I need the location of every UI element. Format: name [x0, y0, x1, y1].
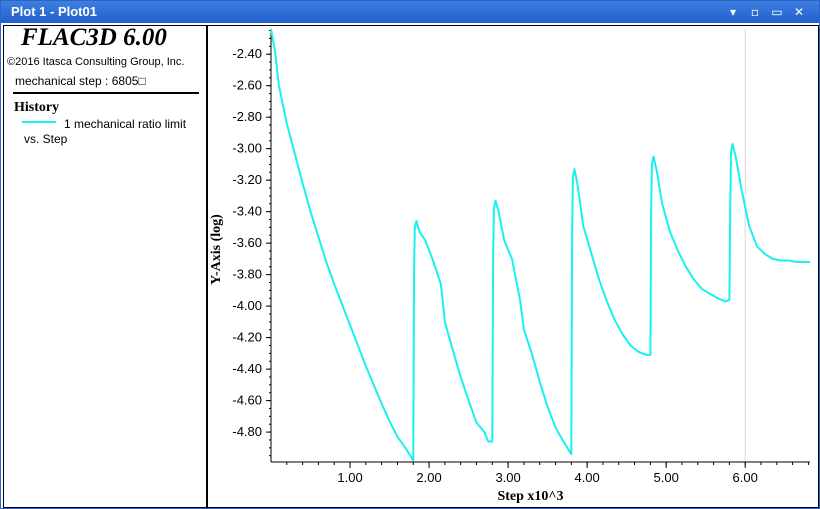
- x-tick-label: 4.00: [574, 470, 599, 485]
- restore-button[interactable]: ▭: [769, 5, 785, 19]
- y-tick-label: -2.40: [232, 46, 262, 61]
- title-bar[interactable]: Plot 1 - Plot01 ▾ ▫ ▭ ✕: [1, 1, 819, 23]
- series-line: [270, 28, 810, 462]
- y-tick-label: -3.40: [232, 204, 262, 219]
- window-menu-button[interactable]: ▾: [725, 5, 741, 19]
- y-tick-label: -4.40: [232, 361, 262, 376]
- plot-content: FLAC3D 6.00 ©2016 Itasca Consulting Grou…: [3, 24, 819, 508]
- x-tick-label: 3.00: [495, 470, 520, 485]
- minimize-button[interactable]: ▫: [747, 5, 763, 19]
- y-tick-label: -2.80: [232, 109, 262, 124]
- x-tick-label: 2.00: [416, 470, 441, 485]
- y-tick-label: -3.00: [232, 141, 262, 156]
- y-tick-label: -4.20: [232, 330, 262, 345]
- y-axis-title: Y-Axis (log): [209, 214, 224, 285]
- x-tick-label: 5.00: [654, 470, 679, 485]
- y-tick-label: -3.60: [232, 235, 262, 250]
- y-tick-label: -4.00: [232, 298, 262, 313]
- window-title: Plot 1 - Plot01: [11, 4, 97, 19]
- history-chart: -2.40 -2.60 -2.80 -3.00 -3.20 -3.40 -3.60 -3.80…: [209, 28, 810, 504]
- x-axis-title: Step x10^3: [497, 489, 563, 504]
- plot-window: Plot 1 - Plot01 ▾ ▫ ▭ ✕ FLAC3D 6.00 ©201…: [0, 0, 820, 509]
- y-tick-label: -4.60: [232, 393, 262, 408]
- y-tick-label: -3.20: [232, 172, 262, 187]
- y-tick-label: -3.80: [232, 267, 262, 282]
- y-tick-label: -2.60: [232, 78, 262, 93]
- close-button[interactable]: ✕: [791, 5, 807, 19]
- x-tick-label: 1.00: [337, 470, 362, 485]
- x-tick-label: 6.00: [733, 470, 758, 485]
- y-tick-label: -4.80: [232, 424, 262, 439]
